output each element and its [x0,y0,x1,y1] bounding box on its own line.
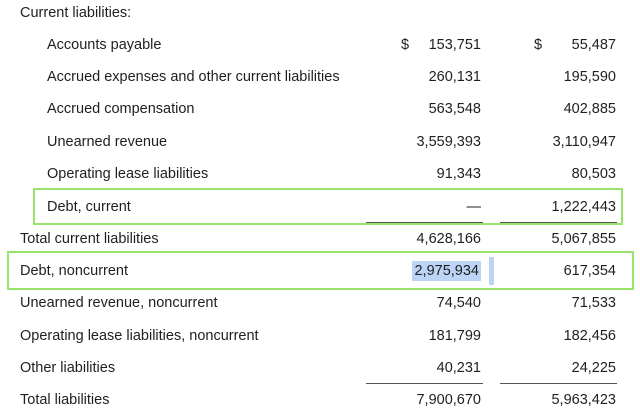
value-col2: 5,067,855 [551,231,616,247]
selected-text[interactable]: 2,975,934 [412,261,481,281]
row-label: Other liabilities [20,360,116,376]
table-row: Unearned revenue 3,559,393 3,110,947 [0,126,640,158]
value-col1: 153,751 [428,37,481,53]
table-row: Accrued compensation 563,548 402,885 [0,93,640,125]
table-row: Other liabilities 40,231 24,225 [0,352,640,384]
value-col1: 40,231 [436,360,481,376]
row-label: Debt, noncurrent [20,263,129,279]
value-col1: — [466,199,482,215]
table-row: Accounts payable $ 153,751 $ 55,487 [0,29,640,61]
value-col1: 7,900,670 [416,392,481,408]
row-label: Accrued expenses and other current liabi… [47,69,340,85]
table-row: Unearned revenue, noncurrent 74,540 71,5… [0,287,640,319]
value-col1: 260,131 [428,69,481,85]
value-col2: 71,533 [571,295,616,311]
table-row: Operating lease liabilities 91,343 80,50… [0,158,640,190]
value-col2: 182,456 [563,328,616,344]
value-col2: 617,354 [563,263,616,279]
value-col2: 1,222,443 [551,199,616,215]
value-col1: 4,628,166 [416,231,481,247]
row-label: Accrued compensation [47,101,195,117]
table-row: Debt, noncurrent 2,975,934 617,354 [0,255,640,287]
row-label: Debt, current [47,199,131,215]
row-label: Unearned revenue [47,134,168,150]
value-col1: 181,799 [428,328,481,344]
table-row: Total current liabilities 4,628,166 5,06… [0,223,640,255]
value-col1: 3,559,393 [416,134,481,150]
row-label: Total liabilities [20,392,110,408]
value-col2: 402,885 [563,101,616,117]
value-col2: 5,963,423 [551,392,616,408]
table-row: Accrued expenses and other current liabi… [0,61,640,93]
value-col2: 24,225 [571,360,616,376]
section-title: Current liabilities: [20,5,132,21]
value-col1: 91,343 [436,166,481,182]
row-label: Operating lease liabilities, noncurrent [20,328,259,344]
value-col1: 563,548 [428,101,481,117]
value-col2: 195,590 [563,69,616,85]
table-row: Operating lease liabilities, noncurrent … [0,320,640,352]
value-col1[interactable]: 2,975,934 [380,255,481,287]
row-label: Total current liabilities [20,231,159,247]
table-row: Debt, current — 1,222,443 [0,191,640,223]
value-col2: 80,503 [571,166,616,182]
table-row: Total liabilities 7,900,670 5,963,423 [0,384,640,416]
value-col1: 74,540 [436,295,481,311]
row-label: Accounts payable [47,37,162,53]
value-col2: 55,487 [571,37,616,53]
value-col2: 3,110,947 [552,134,616,150]
row-label: Unearned revenue, noncurrent [20,295,218,311]
row-label: Operating lease liabilities [47,166,209,182]
